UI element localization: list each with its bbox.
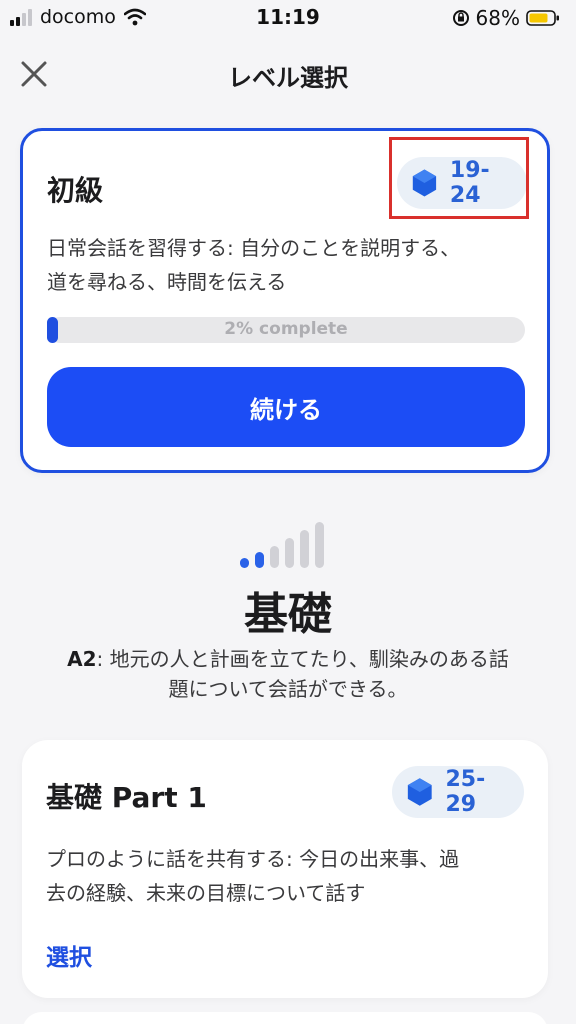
part-description-line: プロのように話を共有する: 今日の出来事、過 [46,847,460,871]
level-bar [285,538,294,568]
progress-text: 2% complete [224,319,348,339]
level-bar [240,558,249,568]
nav-bar: レベル選択 [0,44,576,104]
lesson-range-badge: 25-29 [392,766,524,818]
level-description-line: : 地元の人と計画を立てたり、馴染みのある話 [96,647,509,671]
status-bar: docomo 11:19 68% [0,0,576,36]
hexagon-icon [407,778,432,806]
select-link[interactable]: 選択 [46,938,92,972]
battery-icon [526,10,559,26]
level-strength-icon [240,522,336,568]
level-bar [270,546,279,568]
course-description-line: 日常会話を習得する: 自分のことを説明する、 [47,236,461,260]
level-description: A2: 地元の人と計画を立てたり、馴染みのある話 題について会話ができる。 [30,644,546,704]
level-code: A2 [67,647,97,671]
page-title: レベル選択 [228,64,348,92]
level-description-line: 題について会話ができる。 [168,677,408,701]
battery-percent: 68% [475,6,520,30]
lesson-range: 19-24 [449,158,490,208]
lesson-range: 25-29 [445,767,486,817]
course-description-line: 道を尋ねる、時間を伝える [47,270,287,294]
status-right: 68% [452,6,560,30]
part-card[interactable]: 基礎 Part 1 25-29 プロのように話を共有する: 今日の出来事、過 去… [22,740,548,998]
level-name: 基礎 [244,589,332,640]
progress-bar: 2% complete [47,317,525,343]
next-card[interactable] [22,1012,548,1024]
course-description: 日常会話を習得する: 自分のことを説明する、 道を尋ねる、時間を伝える [47,231,527,299]
course-title: 初級 [47,174,104,207]
continue-button[interactable]: 続ける [47,367,525,447]
part-description-line: 去の経験、未来の目標について話す [46,881,366,905]
lesson-range-badge: 19-24 [397,157,527,209]
part-description: プロのように話を共有する: 今日の出来事、過 去の経験、未来の目標について話す [46,842,526,910]
orientation-lock-icon [452,10,469,26]
level-bar [300,530,309,568]
level-bar [315,522,324,568]
current-course-card: 初級 19-24 日常会話を習得する: 自分のことを説明する、 道を尋ねる、時間… [20,128,550,473]
level-bar [255,552,264,568]
hexagon-icon [412,169,437,197]
part-title: 基礎 Part 1 [46,781,207,814]
